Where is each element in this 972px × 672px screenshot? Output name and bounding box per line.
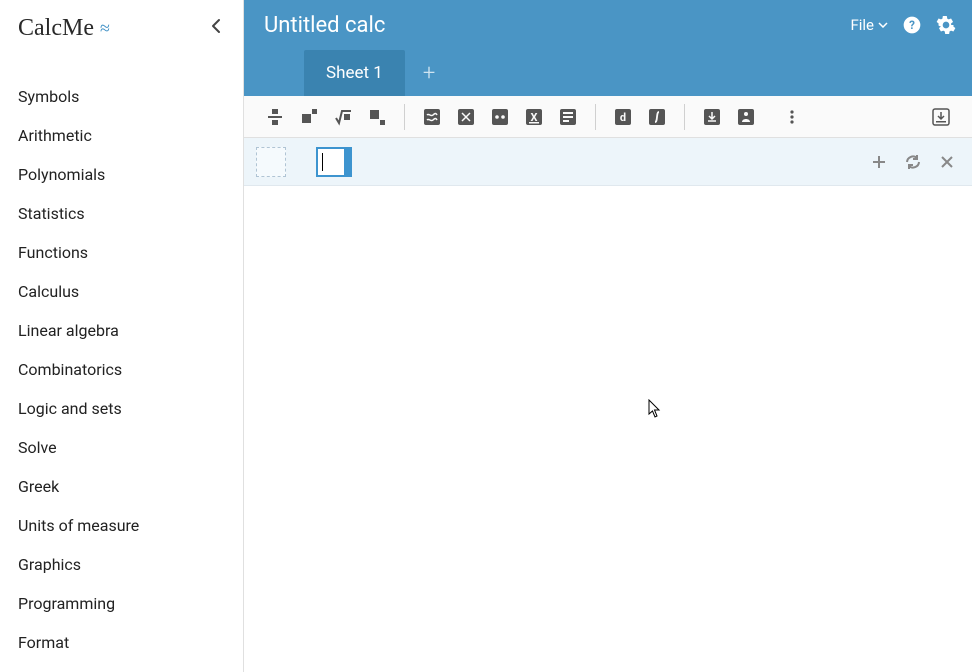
sidebar-item-label: Polynomials: [18, 165, 105, 184]
formula-input[interactable]: [316, 147, 346, 177]
base-button[interactable]: [360, 100, 394, 134]
sidebar: CalcMe ≈ Symbols Arithmetic Polynomials …: [0, 0, 244, 672]
sidebar-item-units-of-measure[interactable]: Units of measure: [0, 506, 243, 545]
brand-wave-icon: ≈: [100, 18, 108, 39]
sidebar-item-label: Logic and sets: [18, 399, 122, 418]
simplify-button[interactable]: [449, 100, 483, 134]
sidebar-item-label: Statistics: [18, 204, 85, 223]
sidebar-item-calculus[interactable]: Calculus: [0, 272, 243, 311]
file-menu-label: File: [850, 16, 874, 34]
sidebar-item-symbols[interactable]: Symbols: [0, 77, 243, 116]
add-row-button[interactable]: [864, 147, 894, 177]
sidebar-item-label: Units of measure: [18, 516, 139, 535]
sidebar-item-linear-algebra[interactable]: Linear algebra: [0, 311, 243, 350]
sidebar-item-label: Calculus: [18, 282, 79, 301]
canvas-area[interactable]: [244, 186, 972, 672]
document-title[interactable]: Untitled calc: [264, 13, 385, 38]
list-button[interactable]: [551, 100, 585, 134]
sidebar-item-functions[interactable]: Functions: [0, 233, 243, 272]
sidebar-item-label: Graphics: [18, 555, 81, 574]
mouse-cursor-icon: [648, 399, 662, 419]
sidebar-item-label: Combinatorics: [18, 360, 122, 379]
svg-text:?: ?: [909, 18, 915, 32]
sidebar-item-label: Solve: [18, 438, 57, 457]
gear-icon[interactable]: [936, 15, 956, 35]
share-button[interactable]: [729, 100, 763, 134]
sidebar-item-label: Programming: [18, 594, 115, 613]
sidebar-list: Symbols Arithmetic Polynomials Statistic…: [0, 53, 243, 662]
sidebar-item-label: Functions: [18, 243, 88, 262]
brand-name: CalcMe: [18, 15, 94, 42]
expand-button[interactable]: [924, 100, 958, 134]
sidebar-item-statistics[interactable]: Statistics: [0, 194, 243, 233]
chevron-down-icon: [878, 22, 888, 28]
sidebar-item-label: Linear algebra: [18, 321, 119, 340]
integral-button[interactable]: [640, 100, 674, 134]
sidebar-item-label: Symbols: [18, 87, 79, 106]
download-button[interactable]: [695, 100, 729, 134]
svg-text:d: d: [620, 111, 626, 124]
approx-button[interactable]: [415, 100, 449, 134]
sidebar-header: CalcMe ≈: [0, 0, 243, 53]
text-cursor: [322, 153, 323, 171]
header: Untitled calc File ?: [244, 0, 972, 50]
input-side-tab: [344, 147, 352, 177]
sidebar-collapse-button[interactable]: [207, 14, 225, 43]
sidebar-item-format[interactable]: Format: [0, 623, 243, 662]
tab-sheet-1[interactable]: Sheet 1: [304, 50, 405, 96]
sidebar-item-graphics[interactable]: Graphics: [0, 545, 243, 584]
close-row-button[interactable]: [932, 147, 962, 177]
sidebar-item-solve[interactable]: Solve: [0, 428, 243, 467]
sidebar-item-greek[interactable]: Greek: [0, 467, 243, 506]
editor-row: [244, 138, 972, 186]
exponent-button[interactable]: [292, 100, 326, 134]
sidebar-item-programming[interactable]: Programming: [0, 584, 243, 623]
sidebar-item-polynomials[interactable]: Polynomials: [0, 155, 243, 194]
root-button[interactable]: [326, 100, 360, 134]
derive-button[interactable]: d: [606, 100, 640, 134]
help-icon[interactable]: ?: [902, 15, 922, 35]
sidebar-item-label: Format: [18, 633, 69, 652]
fraction-button[interactable]: [258, 100, 292, 134]
header-actions: File ?: [850, 15, 956, 35]
sidebar-item-combinatorics[interactable]: Combinatorics: [0, 350, 243, 389]
sidebar-item-logic-and-sets[interactable]: Logic and sets: [0, 389, 243, 428]
sidebar-item-label: Arithmetic: [18, 126, 92, 145]
more-button[interactable]: [775, 100, 809, 134]
refresh-button[interactable]: [898, 147, 928, 177]
add-sheet-button[interactable]: +: [405, 51, 453, 96]
toolbar: X d: [244, 96, 972, 138]
file-menu[interactable]: File: [850, 16, 888, 34]
x-primes-button[interactable]: X: [517, 100, 551, 134]
tab-bar: Sheet 1 +: [244, 50, 972, 96]
sidebar-item-label: Greek: [18, 477, 59, 496]
brand-logo: CalcMe ≈: [18, 15, 108, 42]
cell-handle[interactable]: [256, 147, 286, 177]
tab-label: Sheet 1: [326, 63, 383, 83]
interval-button[interactable]: [483, 100, 517, 134]
main-area: Untitled calc File ? Sheet 1 +: [244, 0, 972, 672]
sidebar-item-arithmetic[interactable]: Arithmetic: [0, 116, 243, 155]
